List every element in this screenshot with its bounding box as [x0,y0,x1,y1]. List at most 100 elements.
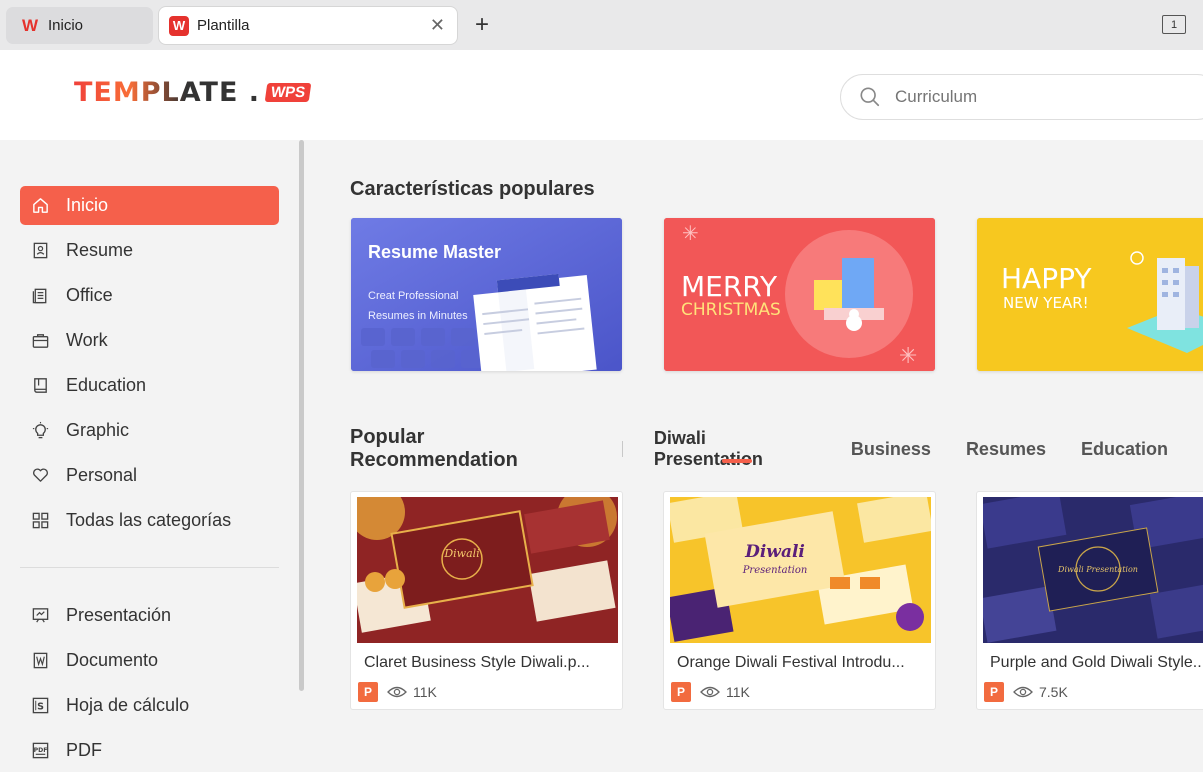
sidebar-item-label: Personal [66,465,138,485]
header: TEMPLATE . WPS [0,50,1203,140]
search-bar[interactable] [840,74,1203,120]
separator [621,441,623,457]
banner-line2: Resumes in Minutes [368,310,468,322]
briefcase-icon [30,331,50,351]
template-thumbnail: Diwali Presentation [983,497,1203,643]
view-count: 11K [726,684,750,700]
svg-text:Presentation: Presentation [742,565,808,576]
view-count: 11K [413,684,437,700]
sidebar-item-document[interactable]: Documento [20,641,279,680]
wps-logo-icon: W [169,15,189,36]
sidebar-item-personal[interactable]: Personal [20,456,279,495]
template-title: Orange Diwali Festival Introdu... [677,654,905,671]
sidebar-divider [20,567,279,568]
template-thumbnail: Diwali [357,497,618,643]
sidebar-item-work[interactable]: Work [20,321,279,360]
banner-line1: Creat Professional [368,290,459,302]
close-icon[interactable]: ✕ [430,15,445,36]
sidebar-item-graphic[interactable]: Graphic [20,411,279,450]
sidebar-item-label: Office [66,285,113,305]
tab-diwali-presentation[interactable]: Diwali Presentation [654,428,816,470]
sidebar-item-label: Presentación [66,605,172,625]
presentation-icon [30,606,50,626]
sidebar-item-label: Documento [66,650,159,670]
tab-plantilla[interactable]: W Plantilla ✕ [159,7,457,44]
svg-text:PDF: PDF [33,747,47,754]
presentation-type-icon: P [671,682,691,702]
sidebar-item-label: PDF [66,740,102,760]
eye-icon [387,686,407,698]
brand-text: TEMPLATE . [74,77,261,108]
svg-text:✳: ✳ [899,344,917,369]
banner-title: MERRY [681,270,778,303]
sidebar-item-spreadsheet[interactable]: S Hoja de cálculo [20,686,279,725]
tab-label: Inicio [48,17,84,34]
grid-icon [30,511,50,531]
sidebar-item-label: Resume [66,240,134,260]
template-meta: P 7.5K [984,682,1068,702]
template-thumbnail: Diwali Presentation [670,497,931,643]
home-icon [30,196,50,216]
main-content: Características populares Resume Master … [305,140,1203,772]
sidebar-item-all-categories[interactable]: Todas las categorías [20,501,279,540]
sidebar-item-inicio[interactable]: Inicio [20,186,279,225]
sidebar-scrollbar[interactable] [299,140,304,691]
eye-icon [700,686,720,698]
banner-subtitle: CHRISTMAS [681,300,781,320]
tab-inicio[interactable]: W Inicio [6,7,153,44]
bulb-icon [30,421,50,441]
recommendation-title: Popular Recommendation [350,426,518,471]
template-meta: P 11K [671,682,750,702]
banner-resume-master[interactable]: Resume Master Creat Professional Resumes… [351,218,622,371]
sidebar-item-office[interactable]: Office [20,276,279,315]
template-meta: P 11K [358,682,437,702]
svg-text:Diwali Presentation: Diwali Presentation [1057,565,1138,574]
sidebar-item-label: Todas las categorías [66,510,232,530]
document-icon [30,651,50,671]
heart-icon [30,466,50,486]
presentation-type-icon: P [984,682,1004,702]
sidebar-item-presentation[interactable]: Presentación [20,596,279,635]
book-icon [30,376,50,396]
svg-text:✳: ✳ [682,221,699,245]
section-title: Características populares [350,178,595,200]
banner-subtitle: NEW YEAR! [1003,294,1089,312]
sidebar-item-label: Work [66,330,108,350]
tab-business[interactable]: Business [851,439,931,460]
tab-resumes[interactable]: Resumes [966,439,1046,460]
banner-happy-new-year[interactable]: HAPPY NEW YEAR! [977,218,1203,371]
sidebar-item-label: Hoja de cálculo [66,695,190,715]
view-count: 7.5K [1039,684,1068,700]
template-card[interactable]: Diwali Presentation Orange Diwali Festiv… [663,491,936,710]
sidebar-item-education[interactable]: Education [20,366,279,405]
svg-text:S: S [37,701,44,712]
template-card[interactable]: Diwali Claret Business Style Diwali.p...… [350,491,623,710]
spreadsheet-icon: S [30,696,50,716]
recommendation-header: Popular Recommendation Diwali Presentati… [350,426,1203,471]
new-tab-button[interactable]: + [475,11,489,39]
pdf-icon: PDF [30,741,50,761]
template-card[interactable]: Diwali Presentation Purple and Gold Diwa… [976,491,1203,710]
sidebar: Inicio Resume Office Work Education Grap… [0,140,305,772]
sidebar-item-resume[interactable]: Resume [20,231,279,270]
svg-text:Diwali: Diwali [443,547,479,560]
template-title: Claret Business Style Diwali.p... [364,654,590,671]
template-title: Purple and Gold Diwali Style... [990,654,1203,671]
brand-logo[interactable]: TEMPLATE . WPS [74,77,312,108]
eye-icon [1013,686,1033,698]
search-input[interactable] [895,87,1195,107]
wps-logo-icon: W [21,15,39,35]
banner-title: HAPPY [1001,262,1092,295]
search-icon [860,87,880,107]
tab-label: Plantilla [197,17,250,34]
window-count: 1 [1170,18,1178,31]
sidebar-item-label: Education [66,375,147,395]
presentation-type-icon: P [358,682,378,702]
banner-merry-christmas[interactable]: ✳ ✳ MERRY CHRISTMAS [664,218,935,371]
tab-education[interactable]: Education [1081,439,1168,460]
tab-bar: W Inicio W Plantilla ✕ + 1 [0,0,1203,50]
window-switch-button[interactable]: 1 [1162,15,1186,34]
sidebar-item-pdf[interactable]: PDF PDF [20,731,279,770]
office-icon [30,286,50,306]
brand-wps-badge: WPS [264,83,312,102]
